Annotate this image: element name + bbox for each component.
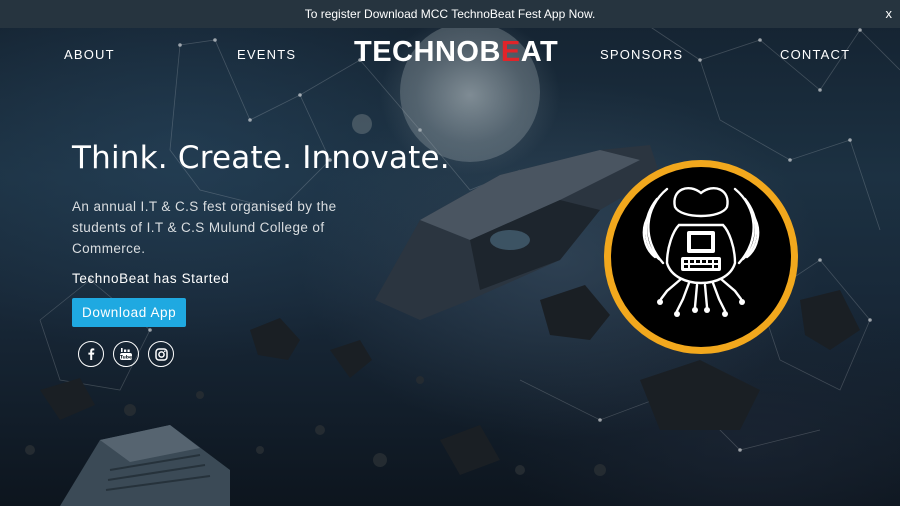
- download-app-button[interactable]: Download App: [72, 298, 187, 327]
- nav-sponsors-link[interactable]: SPONSORS: [600, 47, 683, 62]
- youtube-icon[interactable]: Tube: [113, 341, 139, 367]
- emblem-graphic: [642, 187, 760, 317]
- social-links: Tube: [78, 341, 392, 367]
- logo-text-accent: E: [500, 36, 521, 68]
- nav-events-link[interactable]: EVENTS: [237, 47, 296, 62]
- nav-about-link[interactable]: ABOUT: [64, 47, 115, 62]
- announcement-text[interactable]: To register Download MCC TechnoBeat Fest…: [305, 7, 596, 21]
- status-text: TechnoBeat has Started: [72, 271, 230, 286]
- svg-text:Tube: Tube: [120, 355, 132, 361]
- logo-text-start: TECHNOB: [354, 36, 501, 68]
- nav-contact-link[interactable]: CONTACT: [780, 47, 850, 62]
- technobeat-emblem: [604, 160, 798, 354]
- technobeat-logo[interactable]: TECHNOBEAT: [354, 36, 558, 69]
- main-nav: ABOUT EVENTS TECHNOBEAT SPONSORS CONTACT: [0, 28, 900, 80]
- announcement-bar: To register Download MCC TechnoBeat Fest…: [0, 0, 900, 28]
- logo-text-end: AT: [520, 36, 559, 68]
- hero-section: Think. Create. Innovate. An annual I.T &…: [72, 140, 450, 367]
- hero-description: An annual I.T & C.S fest organised by th…: [72, 199, 337, 256]
- hero-title: Think. Create. Innovate.: [72, 140, 450, 176]
- facebook-icon[interactable]: [78, 341, 104, 367]
- close-announcement-button[interactable]: x: [886, 6, 893, 21]
- instagram-icon[interactable]: [148, 341, 174, 367]
